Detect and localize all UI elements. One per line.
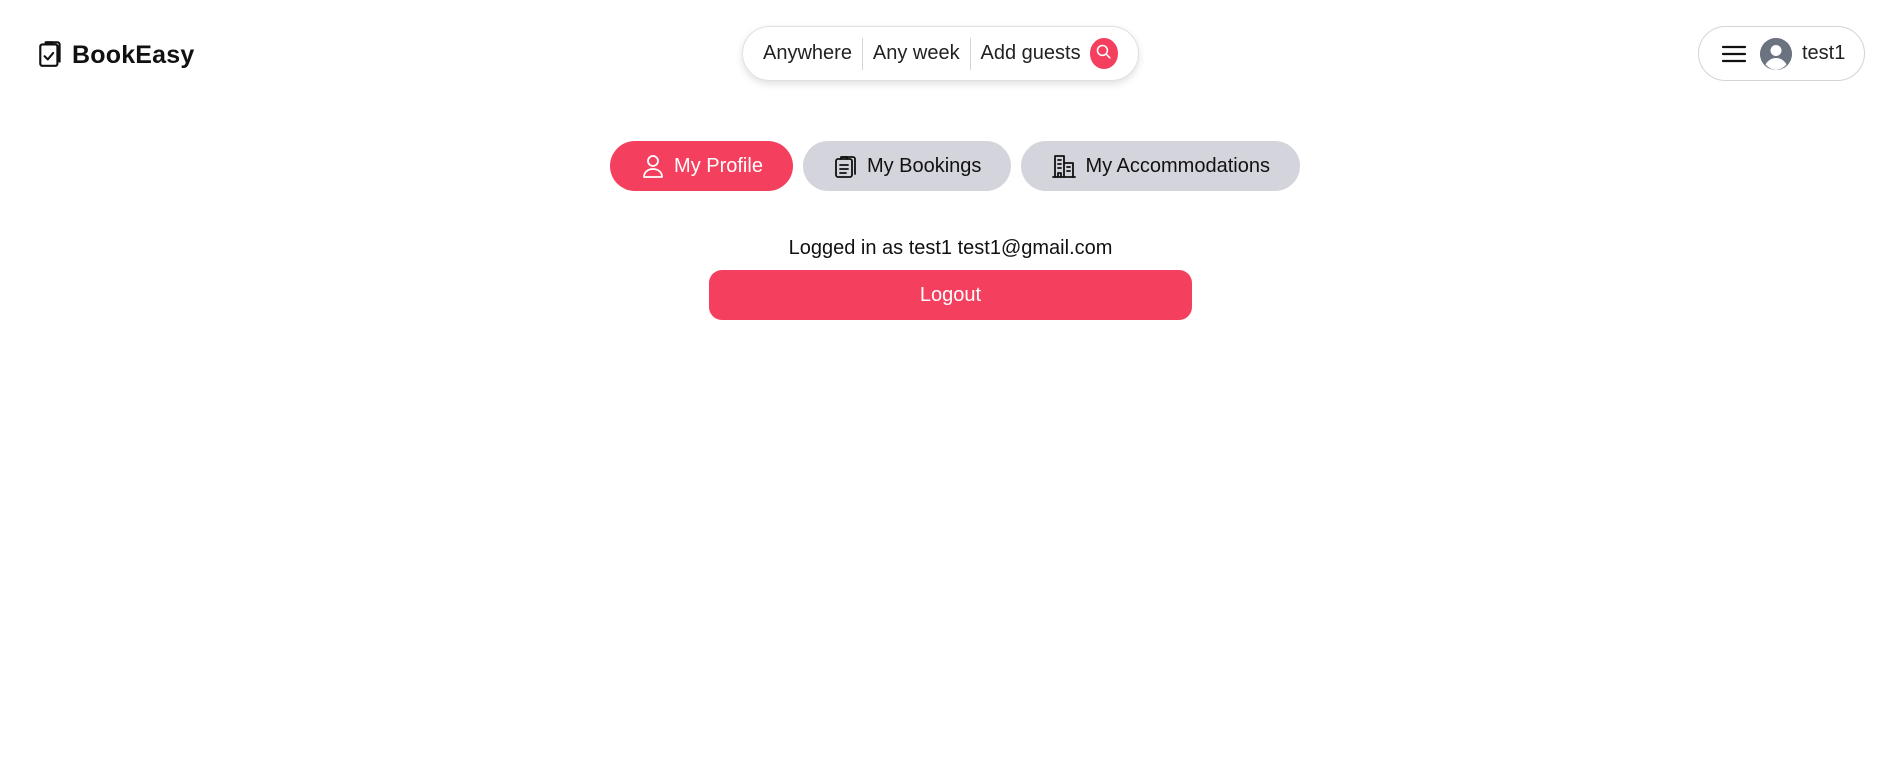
user-avatar-icon xyxy=(1760,37,1792,70)
hamburger-icon xyxy=(1721,43,1747,65)
clipboard-list-icon xyxy=(833,153,859,179)
user-icon xyxy=(640,153,666,179)
search-icon xyxy=(1095,43,1112,65)
building-icon xyxy=(1051,153,1077,179)
tab-my-bookings[interactable]: My Bookings xyxy=(802,141,1012,191)
tab-label: My Profile xyxy=(674,154,763,177)
divider xyxy=(861,37,863,70)
divider xyxy=(969,37,971,70)
search-bar[interactable]: Anywhere Any week Add guests xyxy=(742,26,1139,81)
profile-section: Logged in as test1 test1@gmail.com Logou… xyxy=(0,233,1901,320)
brand-name: BookEasy xyxy=(72,41,195,69)
tab-my-profile[interactable]: My Profile xyxy=(610,141,793,191)
logout-button[interactable]: Logout xyxy=(709,270,1192,320)
search-guests[interactable]: Add guests xyxy=(981,42,1081,65)
search-button[interactable] xyxy=(1089,38,1119,69)
search-dates[interactable]: Any week xyxy=(873,42,960,65)
username: test1 xyxy=(1802,42,1846,64)
search-location[interactable]: Anywhere xyxy=(763,42,852,65)
tab-label: My Accommodations xyxy=(1085,154,1270,177)
user-menu-button[interactable]: test1 xyxy=(1698,26,1865,81)
logged-in-text: Logged in as test1 test1@gmail.com xyxy=(788,237,1113,259)
account-tabs: My Profile My Bookings My Accommodations xyxy=(0,141,1901,191)
header: BookEasy Anywhere Any week Add guests te… xyxy=(0,0,1901,108)
tab-my-accommodations[interactable]: My Accommodations xyxy=(1021,141,1300,191)
clipboard-check-icon xyxy=(38,38,64,73)
tab-label: My Bookings xyxy=(866,154,982,177)
brand-logo[interactable]: BookEasy xyxy=(38,38,195,73)
